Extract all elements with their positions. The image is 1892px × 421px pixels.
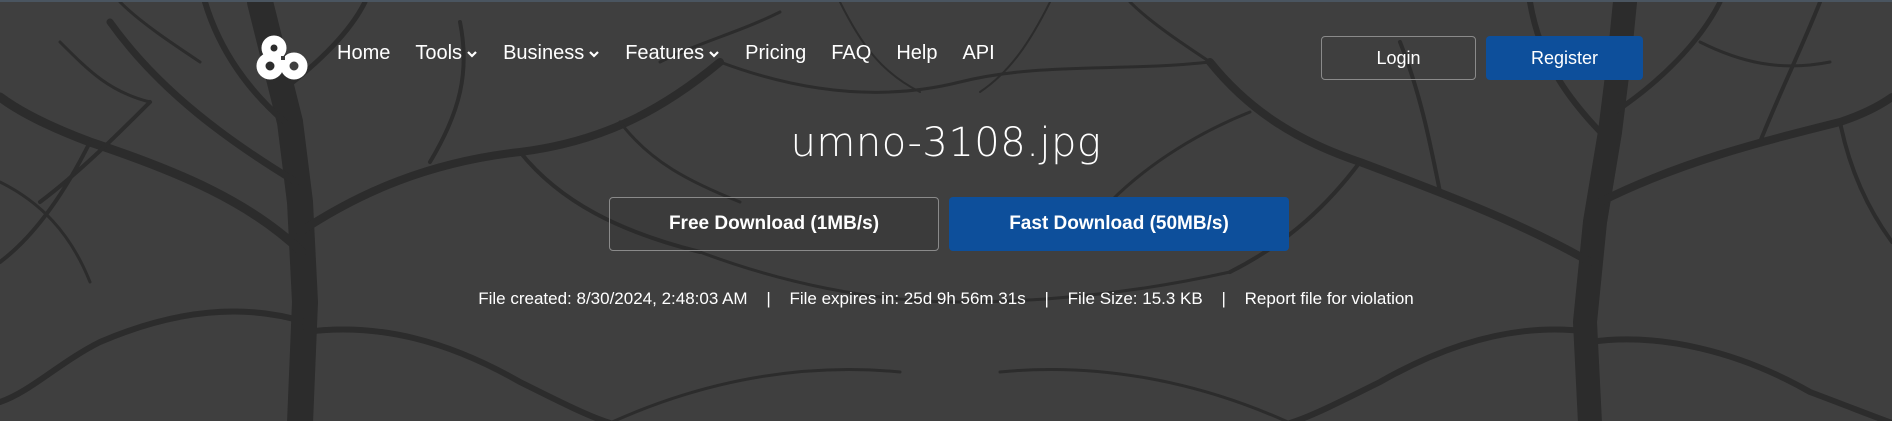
chevron-down-icon bbox=[709, 50, 719, 58]
nav-faq[interactable]: FAQ bbox=[831, 42, 871, 65]
main-nav: Home Tools Business Features Pricing FAQ bbox=[337, 42, 1020, 65]
chevron-down-icon bbox=[467, 50, 477, 58]
file-info-row: File created: 8/30/2024, 2:48:03 AM | Fi… bbox=[0, 289, 1892, 309]
fast-download-button[interactable]: Fast Download (50MB/s) bbox=[949, 197, 1289, 251]
auth-buttons: Login Register bbox=[1321, 36, 1643, 80]
file-created-text: File created: 8/30/2024, 2:48:03 AM bbox=[478, 289, 748, 308]
nav-help[interactable]: Help bbox=[896, 42, 937, 65]
nav-home[interactable]: Home bbox=[337, 42, 390, 65]
nav-features[interactable]: Features bbox=[625, 42, 720, 65]
nav-help-label: Help bbox=[896, 42, 938, 64]
chevron-down-icon bbox=[589, 50, 599, 58]
download-buttons: Free Download (1MB/s) Fast Download (50M… bbox=[609, 197, 1289, 251]
nav-tools[interactable]: Tools bbox=[415, 42, 478, 65]
file-expires-text: File expires in: 25d 9h 56m 31s bbox=[789, 289, 1026, 308]
login-button[interactable]: Login bbox=[1321, 36, 1476, 80]
nav-business-label: Business bbox=[503, 42, 585, 64]
separator: | bbox=[766, 289, 771, 308]
nav-business[interactable]: Business bbox=[503, 42, 600, 65]
separator: | bbox=[1044, 289, 1049, 308]
brand-logo-icon[interactable] bbox=[254, 34, 314, 82]
nav-pricing[interactable]: Pricing bbox=[745, 42, 806, 65]
nav-api-label: API bbox=[962, 42, 995, 64]
ampersand-cloud-logo-icon bbox=[256, 35, 308, 80]
nav-tools-label: Tools bbox=[415, 42, 463, 64]
free-download-button[interactable]: Free Download (1MB/s) bbox=[609, 197, 939, 251]
file-name-title: umno-3108.jpg bbox=[790, 120, 1102, 166]
nav-api[interactable]: API bbox=[962, 42, 994, 65]
top-navbar: Home Tools Business Features Pricing FAQ bbox=[0, 2, 1892, 112]
nav-faq-label: FAQ bbox=[831, 42, 872, 64]
report-violation-link[interactable]: Report file for violation bbox=[1245, 289, 1414, 308]
nav-pricing-label: Pricing bbox=[745, 42, 807, 64]
nav-home-label: Home bbox=[337, 42, 391, 64]
nav-features-label: Features bbox=[625, 42, 705, 64]
file-size-text: File Size: 15.3 KB bbox=[1067, 289, 1203, 308]
register-button[interactable]: Register bbox=[1486, 36, 1643, 80]
hero-section: Home Tools Business Features Pricing FAQ bbox=[0, 0, 1892, 421]
separator: | bbox=[1221, 289, 1226, 308]
